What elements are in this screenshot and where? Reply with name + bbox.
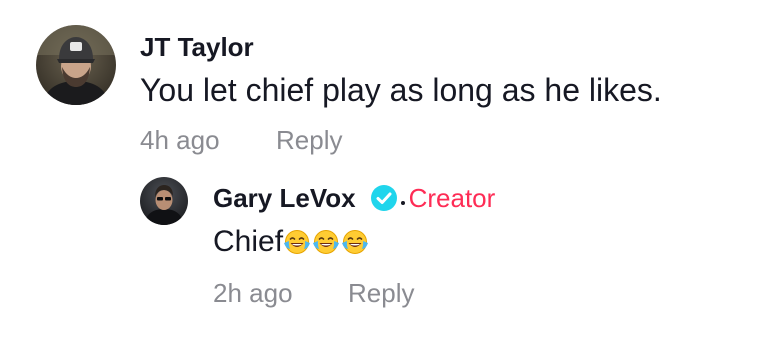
separator-dot: [400, 201, 405, 205]
verified-badge-icon: [370, 184, 398, 212]
reply-text: Chief: [213, 225, 284, 258]
comment-text: You let chief play as long as he likes.: [140, 72, 662, 108]
reply-body: Chief: [213, 222, 370, 262]
reply-avatar[interactable]: [140, 177, 188, 225]
reply-username[interactable]: Gary LeVox: [213, 183, 356, 213]
reply-to-reply-button[interactable]: Reply: [348, 278, 414, 308]
comment-avatar[interactable]: [36, 25, 116, 105]
creator-label: Creator: [408, 183, 496, 213]
reply-button[interactable]: Reply: [276, 125, 342, 155]
reply-header: Gary LeVox Creator: [213, 181, 495, 215]
comment-username[interactable]: JT Taylor: [140, 32, 254, 62]
tears-of-joy-emoji-icon: [340, 227, 370, 257]
tears-of-joy-emoji-icon: [282, 227, 312, 257]
comment-timestamp: 4h ago: [140, 125, 220, 155]
reply-timestamp: 2h ago: [213, 278, 293, 308]
tears-of-joy-emoji-icon: [311, 227, 341, 257]
